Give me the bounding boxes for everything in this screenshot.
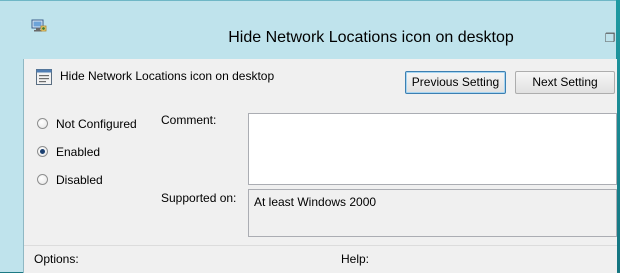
help-label: Help:	[341, 252, 370, 266]
comment-label: Comment:	[161, 113, 217, 127]
options-label: Options:	[34, 252, 79, 266]
radio-disabled-circle[interactable]	[37, 174, 48, 185]
radio-not-configured-circle[interactable]	[37, 118, 48, 129]
radio-disabled-label[interactable]: Disabled	[56, 173, 103, 187]
previous-setting-button[interactable]: Previous Setting	[405, 71, 506, 94]
section-divider	[24, 245, 617, 246]
policy-title: Hide Network Locations icon on desktop	[60, 69, 275, 83]
next-setting-button[interactable]: Next Setting	[515, 71, 615, 94]
supported-on-field: At least Windows 2000	[248, 189, 617, 237]
radio-enabled-circle[interactable]	[37, 146, 48, 157]
dialog-client-area: Hide Network Locations icon on desktop P…	[23, 59, 617, 273]
radio-enabled-label[interactable]: Enabled	[56, 145, 100, 159]
restore-icon[interactable]: ❐	[604, 31, 616, 45]
comment-textarea[interactable]	[248, 113, 617, 185]
supported-on-value: At least Windows 2000	[254, 195, 377, 209]
policy-setting-icon	[36, 69, 52, 85]
radio-not-configured-label[interactable]: Not Configured	[56, 117, 137, 131]
window-title: Hide Network Locations icon on desktop	[228, 29, 514, 46]
title-bar[interactable]: Hide Network Locations icon on desktop ❐	[0, 1, 616, 46]
supported-on-label: Supported on:	[161, 191, 237, 205]
policy-dialog-window: Hide Network Locations icon on desktop ❐…	[0, 0, 617, 273]
